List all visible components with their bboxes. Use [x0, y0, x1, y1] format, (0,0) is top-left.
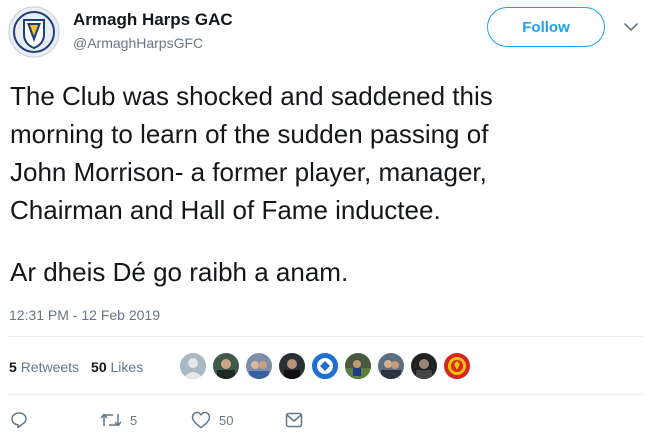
default-avatar-icon[interactable] — [179, 352, 207, 380]
action-bar: 5 50 — [0, 411, 650, 433]
user-photo-icon[interactable] — [410, 352, 438, 380]
like-count: 50 — [219, 412, 234, 428]
chevron-down-icon[interactable] — [622, 20, 640, 34]
divider — [7, 394, 643, 395]
direct-message-icon — [285, 411, 303, 429]
retweet-icon — [100, 411, 122, 429]
tweet-line: Chairman and Hall of Fame inductee. — [10, 195, 441, 225]
divider — [7, 336, 643, 337]
user-photo-icon[interactable] — [245, 352, 273, 380]
user-photo-icon[interactable] — [344, 352, 372, 380]
tweet-line: The Club was shocked and saddened this — [10, 81, 493, 111]
retweets-label: Retweets — [20, 359, 80, 375]
club-crest-icon[interactable] — [8, 6, 60, 58]
retweet-count: 5 — [130, 412, 138, 428]
tweet-closing-line: Ar dheis Dé go raibh a anam. — [10, 257, 349, 287]
likes-stat[interactable]: 50 Likes — [91, 359, 143, 375]
retweets-count: 5 — [9, 359, 17, 375]
likers-avatars — [179, 352, 476, 380]
tweet-stats: 5 Retweets 50 Likes — [9, 359, 155, 375]
tweet-line: morning to learn of the sudden passing o… — [10, 119, 489, 149]
direct-message-button[interactable] — [285, 411, 303, 429]
likes-label: Likes — [110, 359, 144, 375]
user-photo-icon[interactable] — [278, 352, 306, 380]
account-handle[interactable]: @ArmaghHarpsGFC — [73, 34, 233, 52]
heart-icon — [191, 411, 211, 429]
author-block: Armagh Harps GAC @ArmaghHarpsGFC — [73, 10, 233, 52]
user-photo-icon[interactable] — [212, 352, 240, 380]
club-badge-icon[interactable] — [443, 352, 471, 380]
paragraph-spacer — [10, 229, 640, 253]
like-button[interactable]: 50 — [191, 411, 233, 429]
tweet-text: The Club was shocked and saddened this m… — [10, 77, 640, 291]
tweet-card: Armagh Harps GAC @ArmaghHarpsGFC Follow … — [0, 0, 650, 438]
retweet-button[interactable]: 5 — [100, 411, 137, 429]
account-name[interactable]: Armagh Harps GAC — [73, 10, 233, 30]
reply-icon — [10, 411, 28, 429]
user-photo-icon[interactable] — [377, 352, 405, 380]
user-photo-icon[interactable] — [311, 352, 339, 380]
follow-button[interactable]: Follow — [487, 7, 605, 47]
tweet-timestamp[interactable]: 12:31 PM - 12 Feb 2019 — [9, 307, 160, 323]
reply-button[interactable] — [10, 411, 28, 429]
tweet-line: John Morrison- a former player, manager, — [10, 157, 487, 187]
retweets-stat[interactable]: 5 Retweets — [9, 359, 79, 375]
likes-count: 50 — [91, 359, 107, 375]
